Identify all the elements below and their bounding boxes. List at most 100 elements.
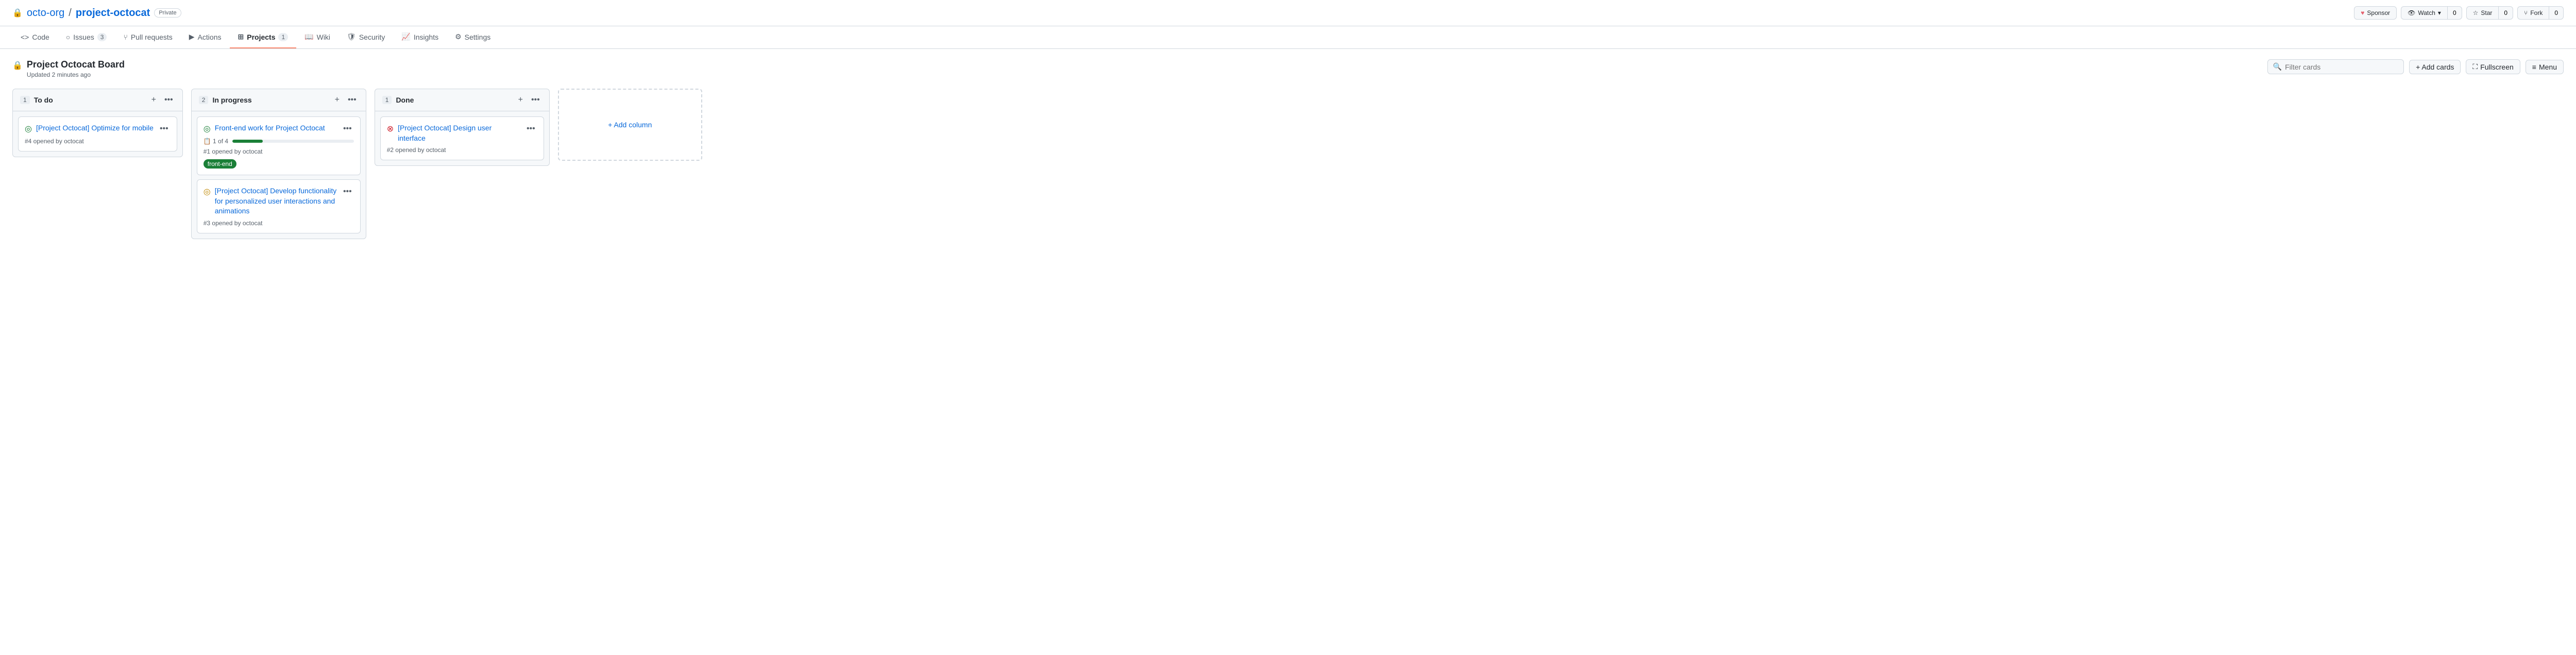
inprogress-menu-button[interactable]: ••• (346, 94, 359, 106)
eye-icon: 👁 (2408, 9, 2415, 16)
card-menu-button[interactable]: ••• (524, 123, 537, 135)
tab-code[interactable]: <> Code (12, 27, 58, 48)
card-title: [Project Octocat] Develop functionality … (215, 186, 337, 216)
progress-text: 📋 1 of 4 (204, 138, 228, 145)
add-column-label: + Add column (608, 121, 652, 129)
card-menu-button[interactable]: ••• (158, 123, 171, 135)
actions-icon: ▶ (189, 32, 195, 41)
tab-wiki[interactable]: 📖 Wiki (296, 26, 338, 48)
card-menu-button[interactable]: ••• (341, 186, 354, 197)
filter-input[interactable] (2285, 63, 2398, 71)
status-open-icon: ◎ (204, 124, 211, 134)
card-header: ⊗ [Project Octocat] Design user interfac… (387, 123, 537, 143)
todo-count: 1 (20, 96, 30, 104)
progress-fill (232, 140, 263, 143)
column-todo-header: 1 To do + ••• (13, 89, 182, 111)
column-in-progress: 2 In progress + ••• ◎ Front-end work for… (191, 89, 366, 239)
search-icon: 🔍 (2273, 62, 2282, 71)
card-menu-button[interactable]: ••• (341, 123, 354, 135)
nav-tabs: <> Code ○ Issues 3 ⑂ Pull requests ▶ Act… (0, 26, 2576, 49)
fullscreen-button[interactable]: ⛶ Fullscreen (2466, 59, 2520, 74)
fork-group: ⑂ Fork 0 (2517, 6, 2564, 20)
progress-bar (232, 140, 354, 143)
done-add-button[interactable]: + (516, 94, 525, 106)
repo-name-link[interactable]: project-octocat (76, 7, 150, 19)
tab-security[interactable]: 🛡 Security (338, 26, 393, 48)
star-icon: ☆ (2473, 9, 2479, 16)
star-button[interactable]: ☆ Star (2466, 6, 2499, 20)
sponsor-button[interactable]: ♥ Sponsor (2354, 6, 2397, 20)
inprogress-count: 2 (199, 96, 209, 104)
card-header: ◎ [Project Octocat] Optimize for mobile … (25, 123, 171, 135)
heart-icon: ♥ (2361, 9, 2364, 16)
card-progress: 📋 1 of 4 (204, 138, 354, 145)
status-progress-icon: ◎ (204, 187, 211, 197)
menu-button[interactable]: ≡ Menu (2526, 60, 2564, 74)
todo-name: To do (34, 96, 53, 104)
project-title-text: Project Octocat Board Updated 2 minutes … (27, 59, 125, 78)
tab-projects[interactable]: ⊞ Projects 1 (230, 26, 297, 48)
watch-group: 👁 Watch ▾ 0 (2401, 6, 2462, 20)
lock-icon: 🔒 (12, 8, 23, 18)
table-row[interactable]: ◎ [Project Octocat] Develop functionalit… (197, 179, 361, 233)
project-area: 🔒 Project Octocat Board Updated 2 minute… (0, 49, 2576, 249)
card-label: front-end (204, 159, 236, 169)
projects-icon: ⊞ (238, 32, 244, 41)
inprogress-add-button[interactable]: + (333, 94, 342, 106)
table-row[interactable]: ◎ Front-end work for Project Octocat •••… (197, 116, 361, 175)
project-updated: Updated 2 minutes ago (27, 71, 125, 78)
add-cards-button[interactable]: + Add cards (2409, 60, 2461, 74)
watch-count[interactable]: 0 (2447, 6, 2462, 20)
todo-add-button[interactable]: + (149, 94, 158, 106)
security-icon: 🛡 (347, 32, 356, 41)
fork-count[interactable]: 0 (2549, 6, 2564, 20)
filter-input-wrap: 🔍 (2267, 59, 2404, 74)
done-menu-button[interactable]: ••• (529, 94, 542, 106)
todo-menu-button[interactable]: ••• (162, 94, 175, 106)
card-header: ◎ Front-end work for Project Octocat ••• (204, 123, 354, 135)
star-count[interactable]: 0 (2498, 6, 2513, 20)
wiki-icon: 📖 (304, 32, 313, 41)
card-header: ◎ [Project Octocat] Develop functionalit… (204, 186, 354, 216)
tab-insights[interactable]: 📈 Insights (393, 26, 447, 48)
fork-icon: ⑂ (2524, 9, 2528, 16)
top-bar: 🔒 octo-org / project-octocat Private ♥ S… (0, 0, 2576, 26)
column-inprogress-header: 2 In progress + ••• (192, 89, 366, 111)
status-open-icon: ◎ (25, 124, 32, 134)
tab-pull-requests[interactable]: ⑂ Pull requests (115, 27, 180, 48)
todo-body: ◎ [Project Octocat] Optimize for mobile … (13, 111, 182, 157)
fork-button[interactable]: ⑂ Fork (2517, 6, 2549, 20)
watch-button[interactable]: 👁 Watch ▾ (2401, 6, 2447, 20)
column-todo: 1 To do + ••• ◎ [Project Octocat] Optimi… (12, 89, 183, 157)
menu-icon: ≡ (2532, 63, 2536, 71)
card-title: Front-end work for Project Octocat (215, 123, 325, 133)
card-meta: #2 opened by octocat (387, 146, 537, 154)
card-meta: #1 opened by octocat (204, 148, 354, 155)
top-actions: ♥ Sponsor 👁 Watch ▾ 0 ☆ Star 0 ⑂ Fork 0 (2354, 6, 2564, 20)
card-title: [Project Octocat] Optimize for mobile (36, 123, 154, 133)
inprogress-body: ◎ Front-end work for Project Octocat •••… (192, 111, 366, 239)
tab-issues[interactable]: ○ Issues 3 (58, 27, 115, 48)
table-row[interactable]: ◎ [Project Octocat] Optimize for mobile … (18, 116, 177, 152)
card-title: [Project Octocat] Design user interface (398, 123, 520, 143)
card-meta: #4 opened by octocat (25, 138, 171, 145)
fullscreen-icon: ⛶ (2472, 62, 2478, 71)
tab-actions[interactable]: ▶ Actions (181, 26, 230, 48)
tab-settings[interactable]: ⚙ Settings (447, 26, 499, 48)
add-column-button[interactable]: + Add column (558, 89, 702, 161)
project-title-area: 🔒 Project Octocat Board Updated 2 minute… (12, 59, 125, 78)
table-row[interactable]: ⊗ [Project Octocat] Design user interfac… (380, 116, 544, 160)
inprogress-name: In progress (212, 96, 251, 104)
org-name-link[interactable]: octo-org (27, 7, 64, 19)
code-icon: <> (21, 33, 29, 41)
private-badge: Private (154, 8, 181, 18)
project-controls: 🔍 + Add cards ⛶ Fullscreen ≡ Menu (2267, 59, 2564, 74)
projects-count: 1 (278, 33, 288, 41)
project-lock-icon: 🔒 (12, 60, 23, 71)
card-meta: #3 opened by octocat (204, 220, 354, 227)
pr-icon: ⑂ (123, 33, 127, 41)
project-title: Project Octocat Board (27, 59, 125, 70)
column-done-header: 1 Done + ••• (375, 89, 549, 111)
star-group: ☆ Star 0 (2466, 6, 2513, 20)
done-name: Done (396, 96, 414, 104)
